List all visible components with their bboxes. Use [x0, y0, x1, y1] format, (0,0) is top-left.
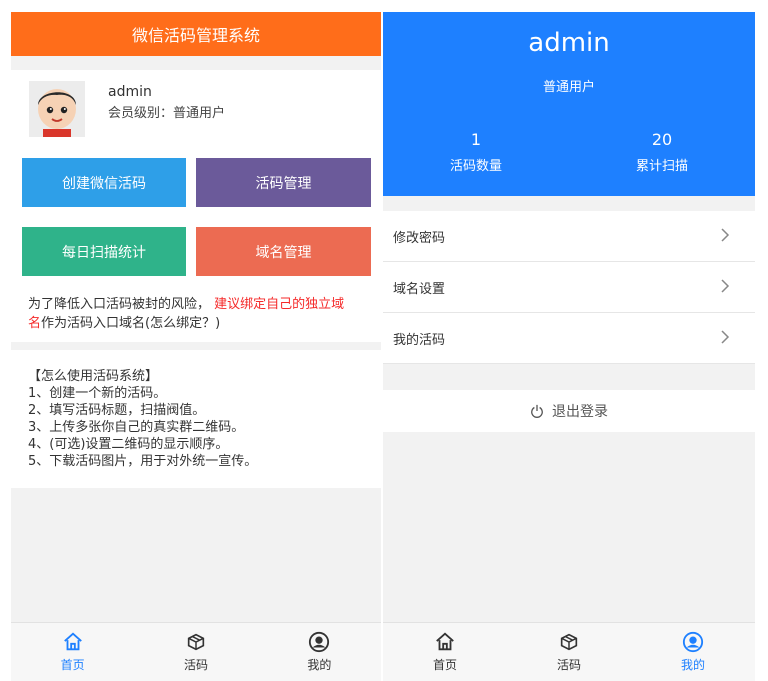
home-icon [436, 632, 454, 651]
tab-qrcode[interactable]: 活码 [134, 623, 257, 681]
box-icon [560, 633, 578, 651]
create-qrcode-button[interactable]: 创建微信活码 [22, 158, 186, 207]
profile-hero: admin 普通用户 1 活码数量 20 累计扫描 [383, 12, 755, 196]
howto-card: 【怎么使用活码系统】 1、创建一个新的活码。 2、填写活码标题，扫描阀值。 3、… [11, 350, 381, 488]
settings-menu: 修改密码 域名设置 我的活码 [383, 211, 755, 364]
app-header: 微信活码管理系统 [11, 12, 381, 56]
stat-qrcode-count-value: 1 [470, 130, 482, 149]
user-circle-icon [682, 631, 704, 653]
profile-screen: admin 普通用户 1 活码数量 20 累计扫描 修改密码 域名设置 我的活码… [383, 12, 755, 681]
home-icon [63, 632, 82, 651]
stat-total-scans-value: 20 [651, 130, 673, 149]
stat-total-scans: 20 累计扫描 [569, 130, 755, 174]
power-icon [531, 404, 543, 418]
avatar [29, 81, 85, 137]
tab-home[interactable]: 首页 [383, 623, 507, 681]
tab-mine-label: 我的 [680, 658, 705, 672]
tab-mine[interactable]: 我的 [631, 623, 755, 681]
user-circle-icon [309, 631, 330, 653]
howto-step: 1、创建一个新的活码。 [28, 386, 167, 401]
menu-item-label: 我的活码 [393, 333, 446, 348]
status-gap [11, 0, 381, 12]
tab-qrcode-label: 活码 [556, 658, 581, 672]
logout-label: 退出登录 [552, 404, 608, 420]
tab-mine[interactable]: 我的 [258, 623, 381, 681]
menu-item-label: 修改密码 [393, 231, 446, 246]
profile-card: admin 会员级别：普通用户 [11, 70, 381, 146]
tab-home-label: 首页 [432, 658, 457, 672]
hero-user-name: admin [528, 28, 610, 58]
domain-manage-button[interactable]: 域名管理 [196, 227, 371, 276]
howto-step: 2、填写活码标题，扫描阀值。 [28, 403, 206, 418]
howto-step: 5、下载活码图片，用于对外统一宣传。 [28, 454, 258, 469]
bottom-tabbar: 首页 活码 我的 [11, 622, 381, 681]
tab-home[interactable]: 首页 [11, 623, 134, 681]
notice-text: 为了降低入口活码被封的风险， 建议绑定自己的独立域名作为活码入口域名(怎么绑定？… [28, 295, 373, 333]
chevron-right-icon [721, 330, 730, 344]
menu-item-my-qrcodes[interactable]: 我的活码 [383, 313, 755, 364]
howto-title: 【怎么使用活码系统】 [28, 369, 159, 384]
tab-qrcode-label: 活码 [183, 658, 208, 672]
menu-item-label: 域名设置 [393, 282, 446, 297]
stat-qrcode-count: 1 活码数量 [383, 130, 569, 174]
notice-text-1: 为了降低入口活码被封的风险， [28, 297, 211, 312]
chevron-right-icon [721, 228, 730, 242]
stat-total-scans-label: 累计扫描 [635, 159, 688, 174]
box-icon [187, 633, 205, 651]
stat-qrcode-count-label: 活码数量 [449, 159, 502, 174]
notice-link[interactable]: 作为活码入口域名(怎么绑定？) [41, 316, 220, 331]
notice-warning-end: 名 [28, 316, 42, 331]
tab-home-label: 首页 [60, 658, 85, 672]
action-grid: 创建微信活码 活码管理 每日扫描统计 域名管理 [11, 146, 381, 282]
member-level-label: 会员级别： [108, 106, 174, 121]
empty-area [383, 432, 755, 622]
hero-user-level: 普通用户 [542, 80, 595, 95]
notice-warning: 建议绑定自己的独立域 [214, 297, 345, 312]
domain-notice: 为了降低入口活码被封的风险， 建议绑定自己的独立域名作为活码入口域名(怎么绑定？… [11, 282, 381, 342]
app-title: 微信活码管理系统 [131, 26, 260, 45]
howto-step: 3、上传多张你自己的真实群二维码。 [28, 420, 245, 435]
member-level-value: 普通用户 [173, 106, 226, 121]
menu-item-change-password[interactable]: 修改密码 [383, 211, 755, 262]
bottom-tabbar: 首页 活码 我的 [383, 622, 755, 681]
qrcode-manage-button[interactable]: 活码管理 [196, 158, 371, 207]
tab-mine-label: 我的 [307, 658, 332, 672]
home-screen: 微信活码管理系统 admin 会员级别：普通用户 创建微信活码 活码管理 每日扫… [11, 0, 381, 681]
tab-qrcode[interactable]: 活码 [507, 623, 631, 681]
howto-step: 4、(可选)设置二维码的显示顺序。 [28, 437, 229, 452]
logout-button[interactable]: 退出登录 [383, 390, 755, 432]
chevron-right-icon [721, 279, 730, 293]
user-name: admin [108, 84, 152, 100]
menu-item-domain-settings[interactable]: 域名设置 [383, 262, 755, 313]
daily-stats-button[interactable]: 每日扫描统计 [22, 227, 186, 276]
member-level: 会员级别：普通用户 [108, 102, 225, 121]
howto-list: 【怎么使用活码系统】 1、创建一个新的活码。 2、填写活码标题，扫描阀值。 3、… [28, 368, 257, 470]
